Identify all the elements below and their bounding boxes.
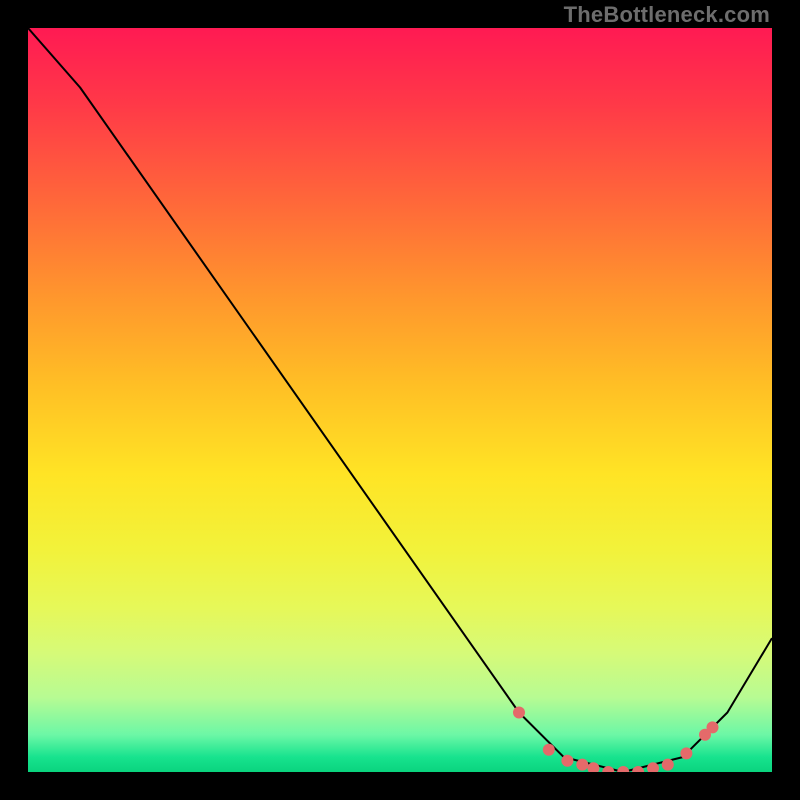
marker-dot xyxy=(680,747,692,759)
curve-line xyxy=(28,28,772,772)
marker-dot xyxy=(662,759,674,771)
marker-dot xyxy=(513,707,525,719)
marker-dot xyxy=(561,755,573,767)
chart-svg xyxy=(28,28,772,772)
marker-dot xyxy=(707,721,719,733)
chart-frame: TheBottleneck.com xyxy=(0,0,800,800)
marker-dot xyxy=(543,744,555,756)
plot-area xyxy=(28,28,772,772)
attribution-label: TheBottleneck.com xyxy=(564,2,770,28)
marker-dot xyxy=(576,759,588,771)
marker-dot xyxy=(617,766,629,772)
